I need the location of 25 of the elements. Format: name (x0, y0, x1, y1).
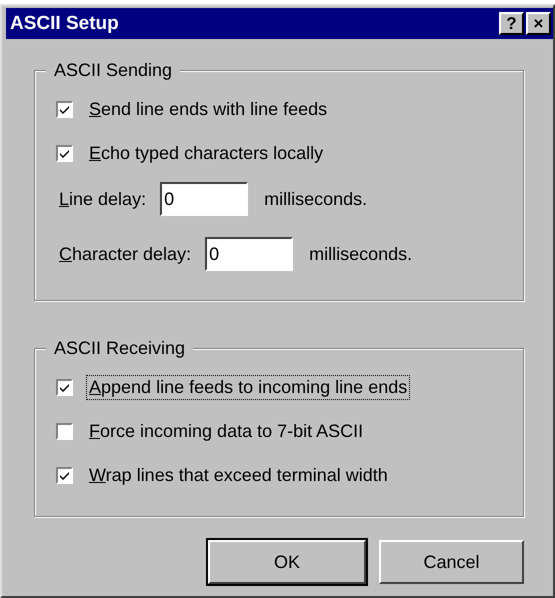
checkbox-label[interactable]: Force incoming data to 7-bit ASCII (86, 419, 366, 444)
input-field[interactable]: 0 (205, 237, 294, 271)
ok-button[interactable]: OK (208, 540, 366, 584)
checkbox-label[interactable]: Send line ends with line feeds (86, 97, 330, 122)
input-field[interactable]: 0 (160, 182, 248, 216)
checkbox-label[interactable]: Echo typed characters locally (86, 141, 326, 166)
check-icon (59, 148, 70, 159)
checkbox[interactable] (56, 101, 73, 118)
close-button[interactable]: × (526, 12, 551, 35)
checkbox[interactable] (56, 379, 73, 396)
field-label: Character delay: (59, 244, 192, 264)
help-button[interactable]: ? (499, 12, 524, 35)
cancel-button[interactable]: Cancel (379, 540, 524, 584)
checkbox[interactable] (56, 145, 73, 162)
check-icon (59, 104, 70, 115)
unit-label: milliseconds. (264, 188, 368, 210)
checkbox-label[interactable]: Wrap lines that exceed terminal width (86, 463, 391, 488)
checkbox[interactable] (56, 467, 73, 484)
unit-label: milliseconds. (309, 244, 412, 264)
checkbox-label[interactable]: Append line feeds to incoming line ends (86, 375, 410, 400)
check-icon (59, 470, 70, 481)
checkbox[interactable] (56, 423, 73, 440)
check-icon (59, 382, 70, 393)
field-label: Line delay: (59, 188, 146, 210)
window-title: ASCII Setup (10, 12, 119, 34)
